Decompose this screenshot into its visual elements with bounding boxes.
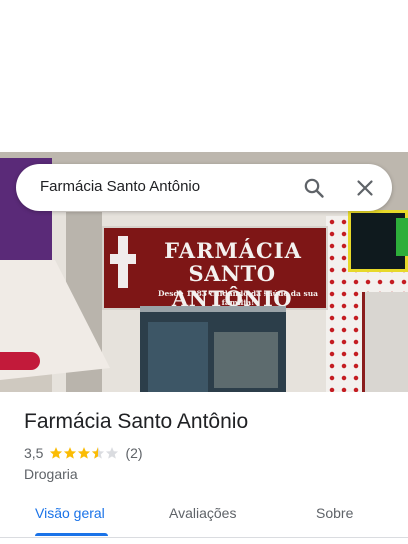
- active-tab-indicator: [35, 533, 108, 536]
- tab-overview[interactable]: Visão geral: [35, 505, 105, 521]
- tabs-divider: [0, 537, 408, 538]
- tab-about[interactable]: Sobre: [316, 505, 353, 521]
- place-tabs: Visão geral Avaliações Sobre: [0, 495, 408, 537]
- review-count[interactable]: (2): [125, 445, 142, 461]
- pharmacy-cross-icon: [110, 236, 136, 288]
- search-icon[interactable]: [302, 176, 326, 200]
- star-icon: [64, 447, 77, 459]
- shop-sign-slogan: Desde 1983 cuidando da saúde da sua famí…: [157, 289, 319, 307]
- close-icon[interactable]: [353, 176, 377, 200]
- rating-value: 3,5: [24, 445, 44, 461]
- shop-window: [148, 322, 208, 392]
- tab-reviews[interactable]: Avaliações: [169, 505, 236, 521]
- half-star-icon: [92, 447, 105, 459]
- stairway: [362, 292, 408, 392]
- shop-sign-line1: FARMÁCIA: [164, 238, 302, 263]
- rating-row[interactable]: 3,5 (2): [24, 445, 143, 461]
- place-category: Drogaria: [24, 466, 78, 482]
- green-panel: [396, 218, 408, 256]
- star-icon: [78, 447, 91, 459]
- shop-shelves: [214, 332, 278, 388]
- search-bar[interactable]: Farmácia Santo Antônio: [16, 164, 392, 211]
- awning-logo: [0, 352, 40, 370]
- rating-stars: [49, 446, 119, 460]
- empty-star-icon: [106, 447, 119, 459]
- place-title: Farmácia Santo Antônio: [24, 410, 249, 433]
- map-blank-area: [0, 0, 408, 152]
- star-icon: [50, 447, 63, 459]
- search-query[interactable]: Farmácia Santo Antônio: [40, 178, 200, 195]
